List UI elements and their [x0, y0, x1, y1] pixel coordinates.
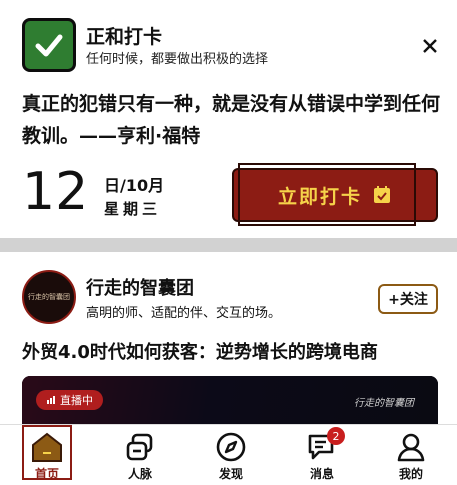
nav-label-discover: 发现 [218, 467, 243, 481]
group-name[interactable]: 行走的智囊团 [86, 274, 194, 300]
section-divider [0, 238, 457, 252]
video-brand: 行走的智囊团 [354, 398, 414, 409]
group-avatar[interactable]: 行走的智囊团 [22, 270, 76, 324]
weekday: 星期三 [104, 200, 162, 218]
live-badge: 直播中 [36, 390, 103, 410]
live-bars-icon [47, 396, 55, 404]
person-icon [392, 429, 430, 465]
bottom-nav: 首页 人脉 发现 2 消息 我的 [0, 424, 457, 485]
calendar-check-icon [374, 186, 390, 203]
nav-item-home[interactable]: 首页 [2, 425, 92, 485]
follow-button[interactable]: +关注 [378, 284, 438, 314]
nav-item-messages[interactable]: 2 消息 [277, 425, 367, 485]
live-label: 直播中 [60, 394, 93, 407]
checkin-button-label: 立即打卡 [277, 185, 362, 208]
group-avatar-text: 行走的智囊团 [28, 293, 70, 301]
checkin-button[interactable]: 立即打卡 [232, 168, 438, 222]
contacts-icon [121, 429, 159, 465]
daily-quote: 真正的犯错只有一种，就是没有从错误中学到任何教训。——亨利·福特 [22, 93, 441, 147]
article-title[interactable]: 外贸4.0时代如何获客：逆势增长的跨境电商 [22, 338, 378, 364]
home-icon [28, 429, 66, 465]
close-icon [423, 39, 437, 53]
compass-icon [212, 429, 250, 465]
app-subtitle: 任何时候，都要做出积极的选择 [86, 52, 269, 67]
day-number: 12 [22, 162, 89, 222]
nav-item-profile[interactable]: 我的 [366, 425, 456, 485]
group-description: 高明的师、适配的伴、交互的场。 [86, 306, 282, 321]
unread-badge: 2 [327, 427, 345, 445]
nav-label-messages: 消息 [309, 467, 334, 481]
message-icon: 2 [303, 427, 345, 465]
nav-item-contacts[interactable]: 人脉 [95, 425, 185, 485]
nav-label-home: 首页 [34, 467, 59, 481]
nav-item-discover[interactable]: 发现 [186, 425, 276, 485]
nav-label-profile: 我的 [398, 467, 423, 481]
app-title: 正和打卡 [86, 26, 163, 48]
date-month: 日/10月 [104, 176, 165, 195]
checkin-card: 正和打卡 任何时候，都要做出积极的选择 真正的犯错只有一种，就是没有从错误中学到… [0, 0, 457, 236]
nav-label-contacts: 人脉 [127, 467, 152, 481]
close-button[interactable] [418, 34, 442, 58]
checkmark-icon [22, 18, 76, 72]
